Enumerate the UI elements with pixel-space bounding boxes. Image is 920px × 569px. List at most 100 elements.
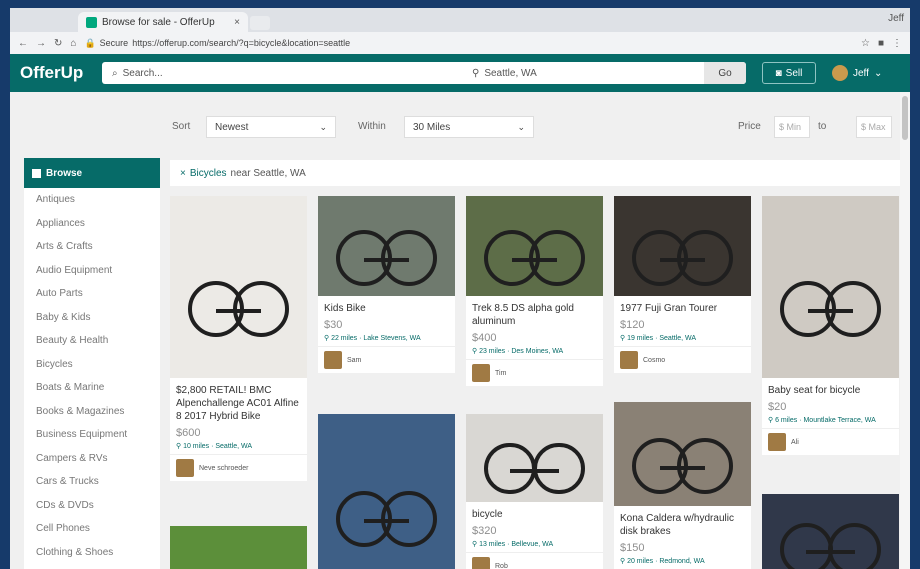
menu-icon[interactable]: ⋮ — [892, 38, 902, 49]
listing-photo[interactable] — [170, 526, 307, 569]
sidebar-item-audio-equipment[interactable]: Audio Equipment — [24, 259, 160, 283]
distance-value: 30 Miles — [413, 121, 451, 133]
sidebar-item-clothing-shoes[interactable]: Clothing & Shoes — [24, 541, 160, 565]
bike-frame-icon — [364, 519, 409, 524]
sidebar-item-antiques[interactable]: Antiques — [24, 188, 160, 212]
min-price-input[interactable]: $ Min — [774, 116, 810, 138]
listing-card[interactable]: Kids Bike $30 ⚲ 22 miles · Lake Stevens, W… — [318, 196, 455, 373]
bike-frame-icon — [660, 466, 705, 471]
sidebar-item-cars-trucks[interactable]: Cars & Trucks — [24, 470, 160, 494]
seller-row[interactable]: Rob — [466, 552, 603, 569]
listing-photo[interactable] — [466, 414, 603, 502]
sidebar-item-boats-marine[interactable]: Boats & Marine — [24, 376, 160, 400]
new-tab-button[interactable] — [250, 16, 270, 30]
listing-photo[interactable] — [170, 196, 307, 378]
url-field[interactable]: 🔒 Secure https://offerup.com/search/?q=b… — [84, 38, 853, 49]
forward-icon[interactable]: → — [36, 38, 46, 49]
seller-row[interactable]: Tim — [466, 359, 603, 386]
listing-location: ⚲ 10 miles · Seattle, WA — [176, 443, 253, 450]
seller-row[interactable]: Cosmo — [614, 346, 751, 373]
seller-name: Cosmo — [643, 356, 666, 364]
listing-card[interactable]: Kona Caldera w/hydraulic disk brakes $150… — [614, 402, 751, 569]
profile-name[interactable]: Jeff — [888, 13, 904, 24]
sidebar-item-auto-parts[interactable]: Auto Parts — [24, 282, 160, 306]
sidebar-item-baby-kids[interactable]: Baby & Kids — [24, 306, 160, 330]
seller-row[interactable]: Neve schroeder — [170, 454, 307, 481]
sidebar-item-business-equipment[interactable]: Business Equipment — [24, 423, 160, 447]
bike-frame-icon — [364, 258, 409, 262]
listing-price: $400 — [472, 332, 497, 344]
offerup-logo[interactable]: OfferUp — [20, 63, 106, 83]
sidebar-item-appliances[interactable]: Appliances — [24, 212, 160, 236]
distance-select[interactable]: 30 Miles ⌄ — [404, 116, 534, 138]
listing-title[interactable]: $2,800 RETAIL! BMC Alpenchallenge AC01 A… — [170, 378, 307, 423]
scrollbar-thumb[interactable] — [902, 96, 908, 140]
sidebar-item-bicycles[interactable]: Bicycles — [24, 353, 160, 377]
sidebar-item-campers-rvs[interactable]: Campers & RVs — [24, 447, 160, 471]
listing-photo[interactable] — [466, 196, 603, 296]
listing-price: $120 — [620, 319, 645, 331]
breadcrumb-keyword[interactable]: Bicycles — [190, 168, 227, 179]
remove-filter-icon[interactable]: × — [180, 168, 186, 179]
search-input[interactable]: ⌕ Search... — [102, 68, 442, 79]
search-icon: ⌕ — [112, 67, 118, 79]
listing-photo[interactable] — [614, 196, 751, 296]
listing-card[interactable]: Baby seat for bicycle $20 ⚲ 6 miles · Moun… — [762, 196, 899, 455]
listing-card[interactable] — [170, 526, 307, 569]
user-menu[interactable]: Jeff ⌄ — [832, 62, 882, 84]
sell-button[interactable]: ◙ Sell — [762, 62, 816, 84]
listing-title[interactable]: Trek 8.5 DS alpha gold aluminum — [466, 296, 603, 328]
breadcrumb-near: near Seattle, WA — [230, 167, 306, 179]
extensions-icon[interactable]: ■ — [878, 38, 884, 49]
listing-card[interactable]: $2,800 RETAIL! BMC Alpenchallenge AC01 A… — [170, 196, 307, 481]
seller-row[interactable]: Sam — [318, 346, 455, 373]
browser-tab[interactable]: Browse for sale - OfferUp × — [78, 12, 248, 32]
browse-title: Browse — [46, 167, 83, 179]
listing-card[interactable] — [318, 414, 455, 569]
listing-title[interactable]: Kona Caldera w/hydraulic disk brakes — [614, 506, 751, 538]
sidebar-item-arts-crafts[interactable]: Arts & Crafts — [24, 235, 160, 259]
bookmark-star-icon[interactable]: ☆ — [861, 38, 870, 49]
listing-photo[interactable] — [614, 402, 751, 506]
max-price-input[interactable]: $ Max — [856, 116, 892, 138]
listing-card[interactable] — [762, 494, 899, 569]
listing-title[interactable]: 1977 Fuji Gran Tourer — [614, 296, 751, 315]
listing-title[interactable]: Kids Bike — [318, 296, 455, 315]
listing-price: $20 — [768, 401, 787, 413]
listing-title[interactable]: Baby seat for bicycle — [762, 378, 899, 397]
location-text: Seattle, WA — [484, 67, 537, 79]
sidebar-item-cds-dvds[interactable]: CDs & DVDs — [24, 494, 160, 518]
to-label: to — [818, 121, 827, 132]
listing-photo[interactable] — [318, 196, 455, 296]
sidebar-item-cell-phones[interactable]: Cell Phones — [24, 517, 160, 541]
sidebar-item-books-magazines[interactable]: Books & Magazines — [24, 400, 160, 424]
listing-card[interactable]: bicycle $320 ⚲ 13 miles · Bellevue, WA Rob — [466, 414, 603, 569]
home-icon[interactable]: ⌂ — [70, 38, 76, 49]
listing-card[interactable]: Trek 8.5 DS alpha gold aluminum $400 ⚲ 23 … — [466, 196, 603, 386]
browse-sidebar: Browse Antiques Appliances Arts & Crafts… — [24, 158, 160, 569]
back-icon[interactable]: ← — [18, 38, 28, 49]
listing-title[interactable]: bicycle — [466, 502, 603, 521]
listing-price: $30 — [324, 319, 343, 331]
seller-avatar — [176, 459, 194, 477]
sort-select[interactable]: Newest ⌄ — [206, 116, 336, 138]
bike-frame-icon — [216, 308, 261, 313]
location-input[interactable]: ⚲ Seattle, WA — [442, 68, 537, 79]
go-button[interactable]: Go — [704, 62, 746, 84]
listing-card[interactable]: 1977 Fuji Gran Tourer $120 ⚲ 19 miles · Se… — [614, 196, 751, 373]
chevron-down-icon: ⌄ — [517, 121, 525, 132]
listing-photo[interactable] — [762, 196, 899, 378]
seller-name: Ali — [791, 438, 799, 446]
seller-row[interactable]: Ali — [762, 428, 899, 455]
listing-photo[interactable] — [762, 494, 899, 569]
sidebar-item-beauty-health[interactable]: Beauty & Health — [24, 329, 160, 353]
close-tab-icon[interactable]: × — [234, 17, 240, 28]
listing-photo[interactable] — [318, 414, 455, 569]
reload-icon[interactable]: ↻ — [54, 38, 62, 49]
bike-wheel-icon — [780, 523, 833, 569]
listing-price: $320 — [472, 525, 497, 537]
url-text: https://offerup.com/search/?q=bicycle&lo… — [132, 38, 351, 48]
tab-strip: Browse for sale - OfferUp × Jeff — [10, 8, 910, 32]
seller-avatar — [472, 557, 490, 569]
scrollbar[interactable] — [900, 92, 910, 569]
